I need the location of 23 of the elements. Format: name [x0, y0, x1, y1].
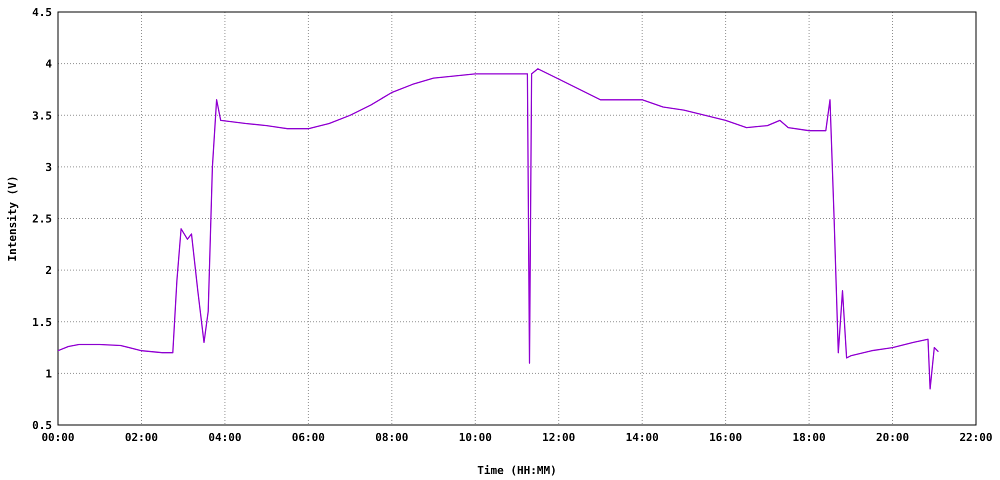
- x-axis-title: Time (HH:MM): [477, 464, 557, 477]
- y-tick-label: 4: [45, 58, 52, 71]
- x-tick-label: 20:00: [876, 431, 910, 444]
- y-tick-label: 3.5: [32, 109, 52, 122]
- x-tick-label: 08:00: [375, 431, 408, 444]
- y-tick-label: 1.5: [32, 316, 52, 329]
- x-tick-label: 00:00: [41, 431, 75, 444]
- y-tick-label: 2: [45, 264, 52, 278]
- x-tick-label: 04:00: [208, 431, 242, 444]
- y-axis-title: Intensity (V): [6, 175, 19, 262]
- y-tick-label: 0.5: [32, 419, 52, 432]
- x-tick-label: 18:00: [792, 431, 826, 444]
- x-tick-label: 16:00: [709, 431, 742, 444]
- y-tick-label: 4.5: [32, 6, 52, 19]
- y-tick-label: 3: [45, 160, 52, 174]
- x-tick-label: 14:00: [626, 431, 659, 444]
- x-tick-label: 02:00: [124, 431, 158, 444]
- x-tick-label: 10:00: [458, 431, 492, 444]
- x-tick-label: 22:00: [959, 431, 993, 444]
- x-tick-label: 12:00: [542, 431, 576, 444]
- y-tick-label: 2.5: [32, 212, 52, 226]
- y-tick-label: 1: [45, 367, 52, 380]
- x-tick-label: 06:00: [292, 431, 325, 444]
